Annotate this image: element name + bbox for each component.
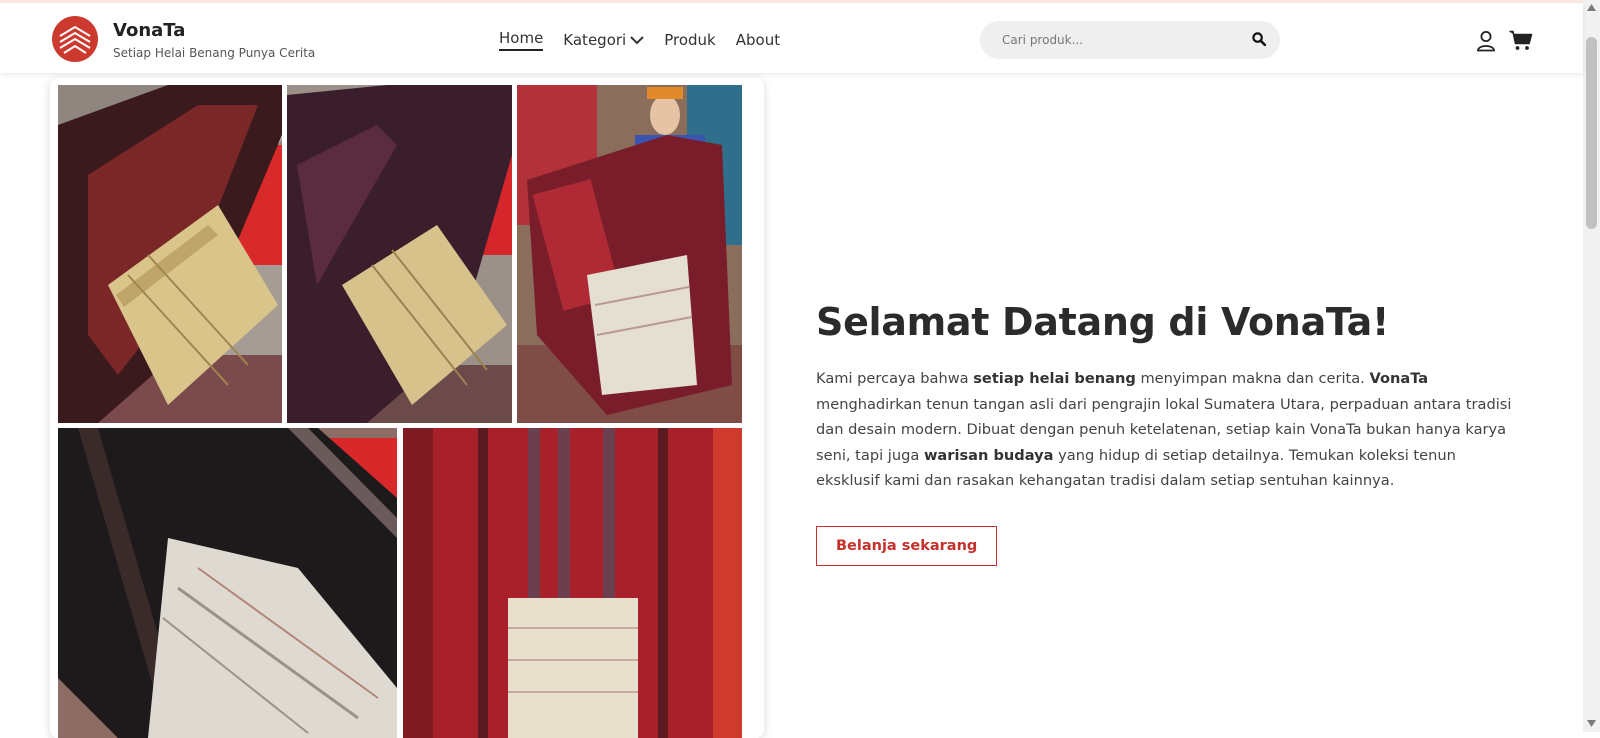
hero-text-bold: setiap helai benang (973, 370, 1136, 387)
brand-tagline: Setiap Helai Benang Punya Cerita (113, 46, 316, 60)
chevron-down-icon (630, 36, 644, 45)
nav-home-label: Home (499, 29, 544, 47)
gallery-photo-2[interactable] (287, 85, 512, 423)
hero-title: Selamat Datang di VonaTa! (816, 300, 1390, 344)
logo-icon[interactable] (52, 16, 98, 62)
hero-section: Selamat Datang di VonaTa! Kami percaya b… (816, 300, 1521, 567)
scrollbar-thumb[interactable] (1586, 37, 1597, 229)
scroll-down-arrow-icon[interactable] (1587, 720, 1596, 727)
hero-description: Kami percaya bahwa setiap helai benang m… (816, 366, 1521, 494)
gallery-photo-3[interactable] (517, 85, 742, 423)
gallery-photo-5[interactable] (403, 428, 742, 738)
search-icon[interactable] (1252, 32, 1266, 46)
gallery-photo-1[interactable] (58, 85, 282, 423)
nav-home[interactable]: Home (499, 29, 544, 51)
site-header: VonaTa Setiap Helai Benang Punya Cerita … (0, 3, 1583, 73)
gallery-photo-4[interactable] (58, 428, 397, 738)
hero-text-bold: VonaTa (1369, 370, 1429, 387)
brand-name[interactable]: VonaTa (113, 20, 185, 41)
scroll-up-arrow-icon[interactable] (1587, 4, 1596, 11)
hero-text-segment: Kami percaya bahwa (816, 370, 974, 387)
nav-kategori[interactable]: Kategori (563, 31, 644, 49)
nav-about-label: About (735, 31, 781, 49)
nav-about[interactable]: About (736, 31, 780, 49)
search-input[interactable] (1000, 32, 1244, 48)
nav-kategori-label: Kategori (563, 31, 627, 49)
hero-text-bold: warisan budaya (923, 446, 1054, 464)
nav-produk-label: Produk (664, 31, 716, 49)
cart-icon[interactable] (1509, 30, 1533, 51)
main-nav: Home Kategori Produk About (499, 29, 800, 51)
shop-now-button[interactable]: Belanja sekarang (816, 526, 998, 567)
user-icon[interactable] (1476, 30, 1496, 52)
product-gallery (50, 78, 764, 738)
hero-text-segment: menyimpan makna dan cerita. (1135, 370, 1370, 387)
nav-produk[interactable]: Produk (664, 31, 716, 49)
search-bar (980, 21, 1280, 59)
